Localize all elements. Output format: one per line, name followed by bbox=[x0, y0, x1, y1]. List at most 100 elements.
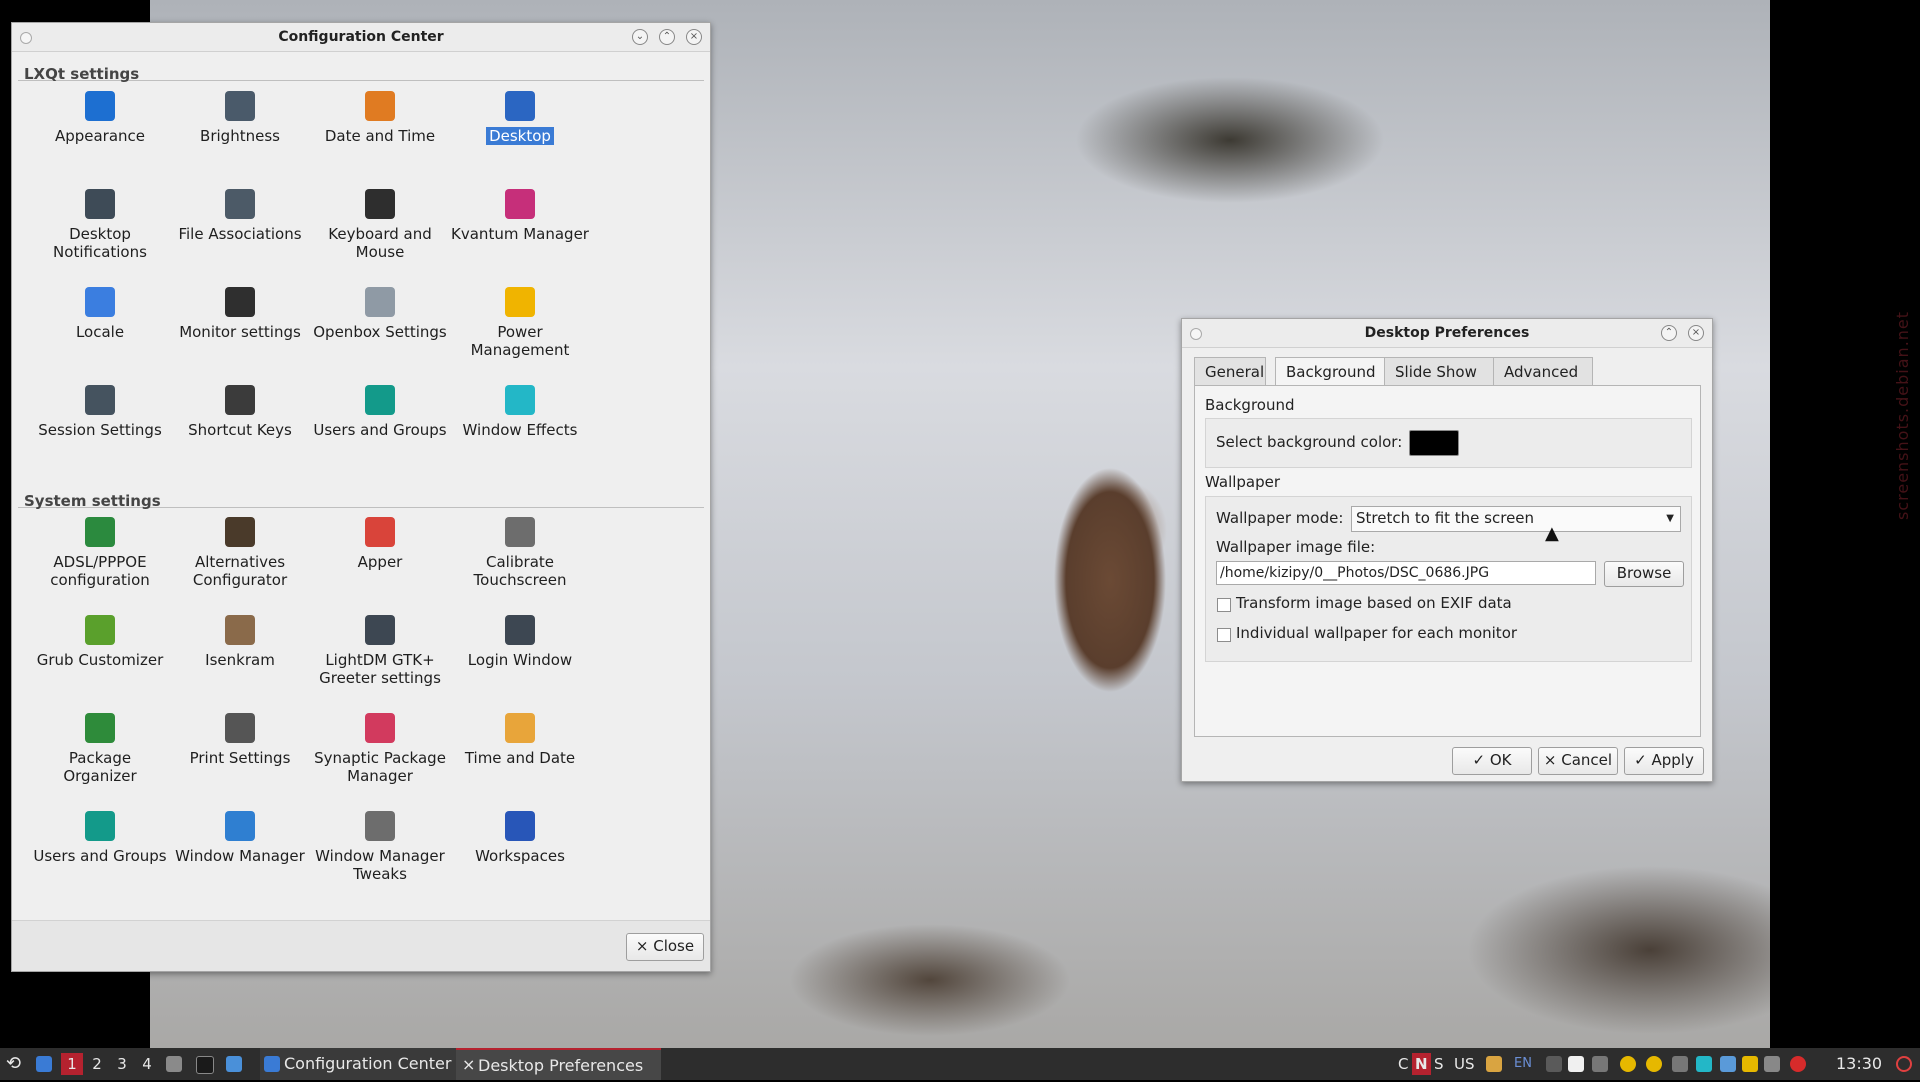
settings-item-label: Window Effects bbox=[462, 421, 578, 439]
wallpaper-file-input[interactable]: /home/kizipy/0__Photos/DSC_0686.JPG bbox=[1216, 561, 1596, 585]
task-label: Desktop Preferences bbox=[478, 1056, 644, 1075]
ok-button[interactable]: ✓ OK bbox=[1452, 747, 1532, 775]
clipboard-icon[interactable] bbox=[1486, 1056, 1502, 1072]
battery-icon[interactable] bbox=[1764, 1056, 1780, 1072]
task-desktop-preferences[interactable]: × Desktop Preferences bbox=[456, 1048, 662, 1080]
settings-item-label: Desktop bbox=[486, 127, 554, 145]
wallpaper-group-label: Wallpaper bbox=[1205, 473, 1281, 491]
settings-item[interactable]: Login Window bbox=[450, 615, 590, 669]
exif-checkbox-label: Transform image based on EXIF data bbox=[1236, 594, 1512, 612]
desktop-preferences-titlebar[interactable]: Desktop Preferences ⌃ × bbox=[1182, 319, 1712, 348]
settings-item-label: Login Window bbox=[467, 651, 573, 669]
background-color-button[interactable] bbox=[1409, 430, 1459, 456]
settings-item-label: Window Manager bbox=[175, 847, 305, 865]
settings-item[interactable]: Openbox Settings bbox=[310, 287, 450, 341]
desktop-4-button[interactable]: 4 bbox=[136, 1053, 158, 1075]
settings-item-label: Calibrate Touchscreen bbox=[473, 553, 567, 589]
close-icon[interactable]: × bbox=[1688, 325, 1704, 341]
app-menu-icon[interactable]: ⟲ bbox=[6, 1048, 21, 1080]
settings-item[interactable]: Window Manager Tweaks bbox=[310, 811, 450, 883]
window-effects-icon bbox=[505, 385, 535, 415]
power-icon[interactable] bbox=[1896, 1056, 1912, 1072]
grub-icon bbox=[85, 615, 115, 645]
settings-item[interactable]: Grub Customizer bbox=[30, 615, 170, 669]
warning-icon[interactable] bbox=[1790, 1056, 1806, 1072]
bluetooth-icon[interactable] bbox=[1672, 1056, 1688, 1072]
settings-item[interactable]: Isenkram bbox=[170, 615, 310, 669]
task-label: Configuration Center bbox=[284, 1054, 452, 1073]
desktop-icon bbox=[505, 91, 535, 121]
clock[interactable]: 13:30 bbox=[1836, 1048, 1882, 1080]
tray-app-icon[interactable] bbox=[1546, 1056, 1562, 1072]
cancel-button[interactable]: × Cancel bbox=[1538, 747, 1618, 775]
task-configuration-center[interactable]: Configuration Center bbox=[260, 1048, 460, 1080]
settings-item[interactable]: Locale bbox=[30, 287, 170, 341]
settings-item[interactable]: Users and Groups bbox=[30, 811, 170, 865]
tab-slide-show[interactable]: Slide Show bbox=[1384, 357, 1494, 387]
individual-wallpaper-checkbox[interactable] bbox=[1217, 628, 1231, 642]
desktop-3-button[interactable]: 3 bbox=[111, 1053, 133, 1075]
window-title: Desktop Preferences bbox=[1364, 325, 1530, 341]
desktop-1-button[interactable]: 1 bbox=[61, 1053, 83, 1075]
settings-item[interactable]: Time and Date bbox=[450, 713, 590, 767]
settings-item[interactable]: Appearance bbox=[30, 91, 170, 145]
settings-item[interactable]: Synaptic Package Manager bbox=[310, 713, 450, 785]
settings-item[interactable]: Print Settings bbox=[170, 713, 310, 767]
wallpaper-mode-select[interactable]: Stretch to fit the screen ▼ bbox=[1351, 506, 1681, 532]
window-menu-icon[interactable] bbox=[1190, 328, 1202, 340]
maximize-icon[interactable]: ⌃ bbox=[659, 29, 675, 45]
settings-item[interactable]: LightDM GTK+ Greeter settings bbox=[310, 615, 450, 687]
close-icon[interactable]: × bbox=[686, 29, 702, 45]
network-icon[interactable] bbox=[1592, 1056, 1608, 1072]
settings-item[interactable]: Desktop Notifications bbox=[30, 189, 170, 261]
settings-item[interactable]: Date and Time bbox=[310, 91, 450, 145]
lock-icon[interactable] bbox=[1742, 1056, 1758, 1072]
settings-item[interactable]: Kvantum Manager bbox=[450, 189, 590, 243]
settings-item[interactable]: Apper bbox=[310, 517, 450, 571]
settings-item[interactable]: ADSL/PPPOE configuration bbox=[30, 517, 170, 589]
settings-item[interactable]: Monitor settings bbox=[170, 287, 310, 341]
settings-item[interactable]: Calibrate Touchscreen bbox=[450, 517, 590, 589]
keyboard-layout[interactable]: US bbox=[1454, 1048, 1475, 1080]
settings-item-label: Locale bbox=[75, 323, 125, 341]
settings-item[interactable]: Session Settings bbox=[30, 385, 170, 439]
disk-icon[interactable] bbox=[1646, 1056, 1662, 1072]
settings-item[interactable]: Brightness bbox=[170, 91, 310, 145]
language-indicator[interactable]: EN bbox=[1514, 1048, 1532, 1080]
settings-item[interactable]: Window Effects bbox=[450, 385, 590, 439]
login-window-icon bbox=[505, 615, 535, 645]
notes-icon[interactable] bbox=[1568, 1056, 1584, 1072]
tab-advanced[interactable]: Advanced bbox=[1493, 357, 1593, 387]
minimize-icon[interactable]: ⌄ bbox=[632, 29, 648, 45]
settings-item-label: ADSL/PPPOE configuration bbox=[50, 553, 150, 589]
file-manager-icon[interactable] bbox=[166, 1056, 182, 1072]
text-editor-icon[interactable] bbox=[226, 1056, 242, 1072]
settings-item[interactable]: Shortcut Keys bbox=[170, 385, 310, 439]
display-icon[interactable] bbox=[1720, 1056, 1736, 1072]
desktop-2-button[interactable]: 2 bbox=[86, 1053, 108, 1075]
settings-tray-icon[interactable] bbox=[1696, 1056, 1712, 1072]
tab-general[interactable]: General bbox=[1194, 357, 1266, 387]
update-icon[interactable] bbox=[1620, 1056, 1636, 1072]
caps-indicator: C bbox=[1398, 1055, 1409, 1073]
terminal-icon[interactable] bbox=[196, 1056, 214, 1074]
select-bg-color-label: Select background color: bbox=[1216, 433, 1403, 451]
apply-button[interactable]: ✓ Apply bbox=[1624, 747, 1704, 775]
settings-item[interactable]: Users and Groups bbox=[310, 385, 450, 439]
configuration-center-titlebar[interactable]: Configuration Center ⌄ ⌃ × bbox=[12, 23, 710, 52]
show-desktop-icon[interactable] bbox=[36, 1056, 52, 1072]
settings-item[interactable]: Desktop bbox=[450, 91, 590, 145]
settings-item[interactable]: Package Organizer bbox=[30, 713, 170, 785]
window-menu-icon[interactable] bbox=[20, 32, 32, 44]
settings-item[interactable]: Workspaces bbox=[450, 811, 590, 865]
exif-checkbox[interactable] bbox=[1217, 598, 1231, 612]
settings-item[interactable]: Window Manager bbox=[170, 811, 310, 865]
window-manager-icon bbox=[225, 811, 255, 841]
settings-item[interactable]: Keyboard and Mouse bbox=[310, 189, 450, 261]
settings-item[interactable]: Power Management bbox=[450, 287, 590, 359]
maximize-icon[interactable]: ⌃ bbox=[1661, 325, 1677, 341]
browse-button[interactable]: Browse bbox=[1604, 561, 1684, 587]
settings-item[interactable]: File Associations bbox=[170, 189, 310, 243]
close-button[interactable]: × Close bbox=[626, 933, 704, 961]
settings-item[interactable]: Alternatives Configurator bbox=[170, 517, 310, 589]
